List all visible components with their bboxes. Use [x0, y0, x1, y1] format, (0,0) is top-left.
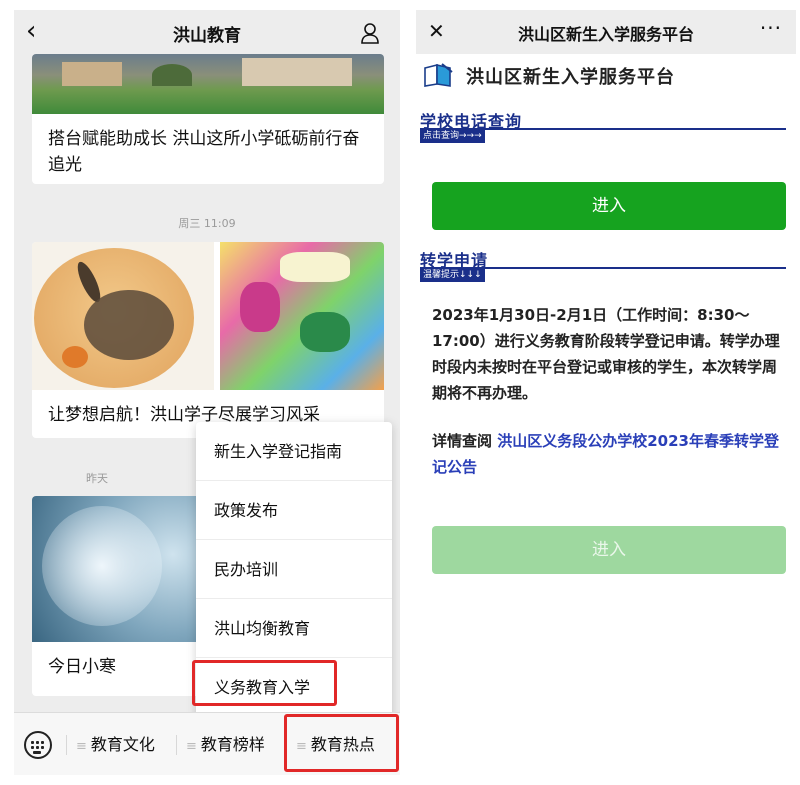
article-card[interactable]: 搭台赋能助成长 洪山这所小学砥砺前行奋追光 [32, 54, 384, 184]
keyboard-icon[interactable] [24, 731, 52, 759]
left-phone-screen: ‹ 洪山教育 搭台赋能助成长 洪山这所小学砥砺前行奋追光 周三 11:09 让梦… [14, 10, 400, 775]
menu-lines-icon: ≡ [76, 739, 87, 754]
platform-name: 洪山区新生入学服务平台 [466, 67, 675, 88]
highlight-box-menu-item [192, 660, 337, 706]
tab-education-culture[interactable]: ≡ 教育文化 [76, 735, 155, 757]
account-title: 洪山教育 [173, 26, 241, 46]
menu-lines-icon: ≡ [186, 739, 197, 754]
right-nav-bar: ✕ 洪山区新生入学服务平台 ··· [416, 10, 796, 54]
article-card[interactable]: 让梦想启航！洪山学子尽展学习风采 [32, 242, 384, 438]
book-logo-icon [424, 63, 453, 87]
article-image-child-drawing [220, 242, 384, 390]
user-icon[interactable] [360, 22, 380, 44]
section-tag-tips: 温馨提示↓↓↓ [420, 269, 485, 282]
article-image-campus [32, 54, 384, 114]
article-image-rabbit-painting [32, 242, 214, 390]
detail-reference: 详情查阅 洪山区义务段公办学校2023年春季转学登记公告 [432, 432, 779, 476]
enter-button[interactable]: 进入 [432, 182, 786, 230]
tab-education-models[interactable]: ≡ 教育榜样 [186, 735, 265, 757]
transfer-notice-text: 2023年1月30日-2月1日（工作时间：8:30～17:00）进行义务教育阶段… [432, 306, 780, 402]
submenu-item-registration-guide[interactable]: 新生入学登记指南 [196, 422, 392, 481]
right-phone-screen: ✕ 洪山区新生入学服务平台 ··· 洪山区新生入学服务平台 学校电话查询 点击查… [416, 10, 796, 775]
section-tag-click-query: 点击查询→→→ [420, 130, 485, 143]
page-title: 洪山区新生入学服务平台 [517, 25, 694, 44]
message-timestamp: 周三 11:09 [178, 217, 236, 230]
submenu-item-balanced-education[interactable]: 洪山均衡教育 [196, 599, 392, 658]
enter-button-disabled[interactable]: 进入 [432, 526, 786, 574]
more-dots-icon[interactable]: ··· [760, 16, 782, 40]
submenu-item-policy[interactable]: 政策发布 [196, 481, 392, 540]
highlight-box-tab [284, 714, 399, 772]
submenu-item-private-training[interactable]: 民办培训 [196, 540, 392, 599]
article-title: 搭台赋能助成长 洪山这所小学砥砺前行奋追光 [48, 129, 360, 175]
left-nav-bar: ‹ 洪山教育 [14, 10, 400, 54]
